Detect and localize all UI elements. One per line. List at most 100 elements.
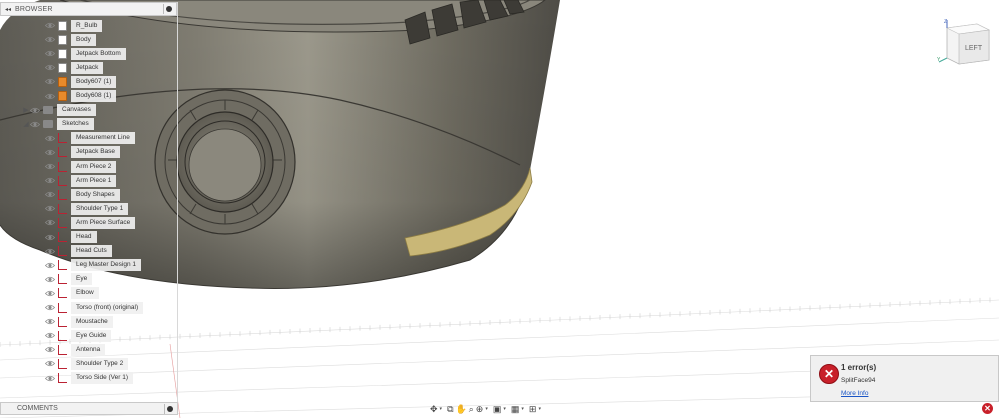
browser-tree-item[interactable]: Body607 (1) — [45, 75, 117, 88]
sketch-icon — [58, 133, 67, 144]
display-settings-icon[interactable]: ▣ — [493, 404, 502, 415]
browser-tree-item[interactable]: Jetpack — [45, 61, 104, 74]
browser-tree-item[interactable]: Jetpack Bottom — [45, 47, 126, 60]
visibility-eye-icon[interactable] — [45, 331, 55, 340]
sketch-icon — [58, 358, 67, 369]
orbit-icon[interactable]: ✥ — [430, 404, 438, 415]
look-at-icon[interactable]: ⧉ — [447, 404, 453, 415]
browser-tree-item[interactable]: Shoulder Type 2 — [45, 357, 129, 370]
error-message: SplitFace94 — [841, 377, 876, 384]
sketch-icon — [58, 330, 67, 341]
browser-tree-item[interactable]: Measurement Line — [45, 132, 135, 145]
pan-icon[interactable]: ✋ — [456, 404, 467, 415]
browser-tree-item-label: Arm Piece Surface — [71, 216, 136, 229]
browser-tree-item[interactable]: Moustache — [45, 315, 113, 328]
status-error-icon[interactable]: ✕ — [982, 403, 993, 414]
visibility-eye-icon[interactable] — [45, 289, 55, 298]
browser-tree-item[interactable]: Body608 (1) — [45, 90, 117, 103]
visibility-eye-icon[interactable] — [45, 303, 55, 312]
viewports-icon[interactable]: ⊞ — [529, 404, 537, 415]
visibility-eye-icon[interactable] — [30, 106, 40, 115]
visibility-eye-icon[interactable] — [45, 233, 55, 242]
expand-arrow-icon[interactable]: ▶ — [22, 106, 30, 114]
visibility-eye-icon[interactable] — [45, 92, 55, 101]
browser-panel-header[interactable]: ◂◂ BROWSER — [0, 2, 177, 16]
visibility-eye-icon[interactable] — [45, 134, 55, 143]
visibility-eye-icon[interactable] — [45, 317, 55, 326]
browser-tree-item[interactable]: R_Bulb — [45, 19, 103, 32]
visibility-eye-icon[interactable] — [30, 120, 40, 129]
browser-tree-item-label: Moustache — [71, 315, 113, 328]
browser-tree-item[interactable]: Body Shapes — [45, 188, 120, 201]
visibility-eye-icon[interactable] — [45, 345, 55, 354]
visibility-eye-icon[interactable] — [45, 21, 55, 30]
fit-icon[interactable]: ⊕ — [476, 404, 484, 415]
browser-tree-item[interactable]: Arm Piece 2 — [45, 160, 117, 173]
visibility-eye-icon[interactable] — [45, 247, 55, 256]
visibility-eye-icon[interactable] — [45, 148, 55, 157]
browser-tree-item[interactable]: Head Cuts — [45, 245, 112, 258]
visibility-eye-icon[interactable] — [45, 162, 55, 171]
visibility-eye-icon[interactable] — [45, 176, 55, 185]
browser-tree-item[interactable]: Body — [45, 33, 96, 46]
body-link-icon — [58, 76, 67, 87]
visibility-eye-icon[interactable] — [45, 49, 55, 58]
browser-tree-item[interactable]: ◢ Sketches — [22, 118, 94, 131]
sketch-icon — [58, 302, 67, 313]
chevron-down-icon[interactable]: ▾ — [538, 406, 541, 412]
sketch-icon — [58, 274, 67, 285]
sketch-icon — [58, 147, 67, 158]
browser-tree-item[interactable]: Torso (front) (original) — [45, 301, 144, 314]
header-divider — [164, 404, 165, 414]
visibility-eye-icon[interactable] — [45, 63, 55, 72]
browser-tree-item[interactable]: Elbow — [45, 287, 99, 300]
comments-panel-header[interactable]: COMMENTS — [0, 402, 178, 415]
browser-tree-item[interactable]: Antenna — [45, 343, 106, 356]
chevron-down-icon[interactable]: ▾ — [521, 406, 524, 412]
navigation-toolbar: ✥ ▾ ⧉ ✋ ⌕ ⊕ ▾ ▣ ▾ ▦ ▾ ⊞ ▾ — [430, 402, 570, 416]
browser-tree-item[interactable]: Shoulder Type 1 — [45, 202, 129, 215]
browser-tree-item[interactable]: Arm Piece Surface — [45, 216, 136, 229]
browser-tree-item-label: Body608 (1) — [71, 90, 117, 102]
collapse-panel-icon[interactable]: ◂◂ — [3, 6, 13, 13]
axis-y-label: Y — [937, 57, 941, 63]
browser-tree-item-label: Leg Master Design 1 — [71, 259, 141, 272]
chevron-down-icon[interactable]: ▾ — [485, 406, 488, 412]
browser-tree-item-label: Arm Piece 2 — [71, 160, 117, 173]
visibility-eye-icon[interactable] — [45, 275, 55, 284]
visibility-eye-icon[interactable] — [45, 204, 55, 213]
visibility-eye-icon[interactable] — [45, 77, 55, 86]
chevron-down-icon[interactable]: ▾ — [503, 406, 506, 412]
browser-tree-item[interactable]: Head — [45, 231, 97, 244]
visibility-eye-icon[interactable] — [45, 35, 55, 44]
more-info-link[interactable]: More Info — [841, 390, 868, 397]
collapse-arrow-icon[interactable]: ◢ — [22, 120, 30, 128]
chevron-down-icon[interactable]: ▾ — [440, 406, 443, 412]
visibility-eye-icon[interactable] — [45, 190, 55, 199]
browser-tree-item[interactable]: Torso Side (Ver 1) — [45, 372, 134, 385]
browser-tree-item[interactable]: Jetpack Base — [45, 146, 121, 159]
header-divider — [163, 4, 164, 14]
browser-tree-item[interactable]: ▶ Canvases — [22, 104, 96, 117]
browser-tree-item[interactable]: Eye Guide — [45, 329, 112, 342]
browser-tree-item[interactable]: Arm Piece 1 — [45, 174, 117, 187]
visibility-eye-icon[interactable] — [45, 359, 55, 368]
browser-tree-item[interactable]: Leg Master Design 1 — [45, 259, 141, 272]
pin-icon[interactable] — [167, 406, 173, 412]
grid-icon[interactable]: ▦ — [511, 404, 520, 415]
zoom-icon[interactable]: ⌕ — [469, 404, 474, 415]
error-notification: ✕ 1 error(s) SplitFace94 More Info — [810, 355, 999, 402]
sketch-icon — [58, 175, 67, 186]
pin-icon[interactable] — [166, 6, 172, 12]
browser-tree-item-label: Body — [71, 33, 96, 46]
viewcube[interactable]: LEFT Y Z — [937, 19, 991, 65]
visibility-eye-icon[interactable] — [45, 218, 55, 227]
visibility-eye-icon[interactable] — [45, 261, 55, 270]
axis-z-label: Z — [944, 19, 947, 25]
viewcube-face-left[interactable]: LEFT — [965, 45, 983, 52]
visibility-eye-icon[interactable] — [45, 374, 55, 383]
sketch-icon — [58, 189, 67, 200]
browser-title: BROWSER — [15, 5, 53, 13]
browser-tree-item[interactable]: Eye — [45, 273, 93, 286]
browser-tree-item-label: Antenna — [71, 343, 106, 356]
